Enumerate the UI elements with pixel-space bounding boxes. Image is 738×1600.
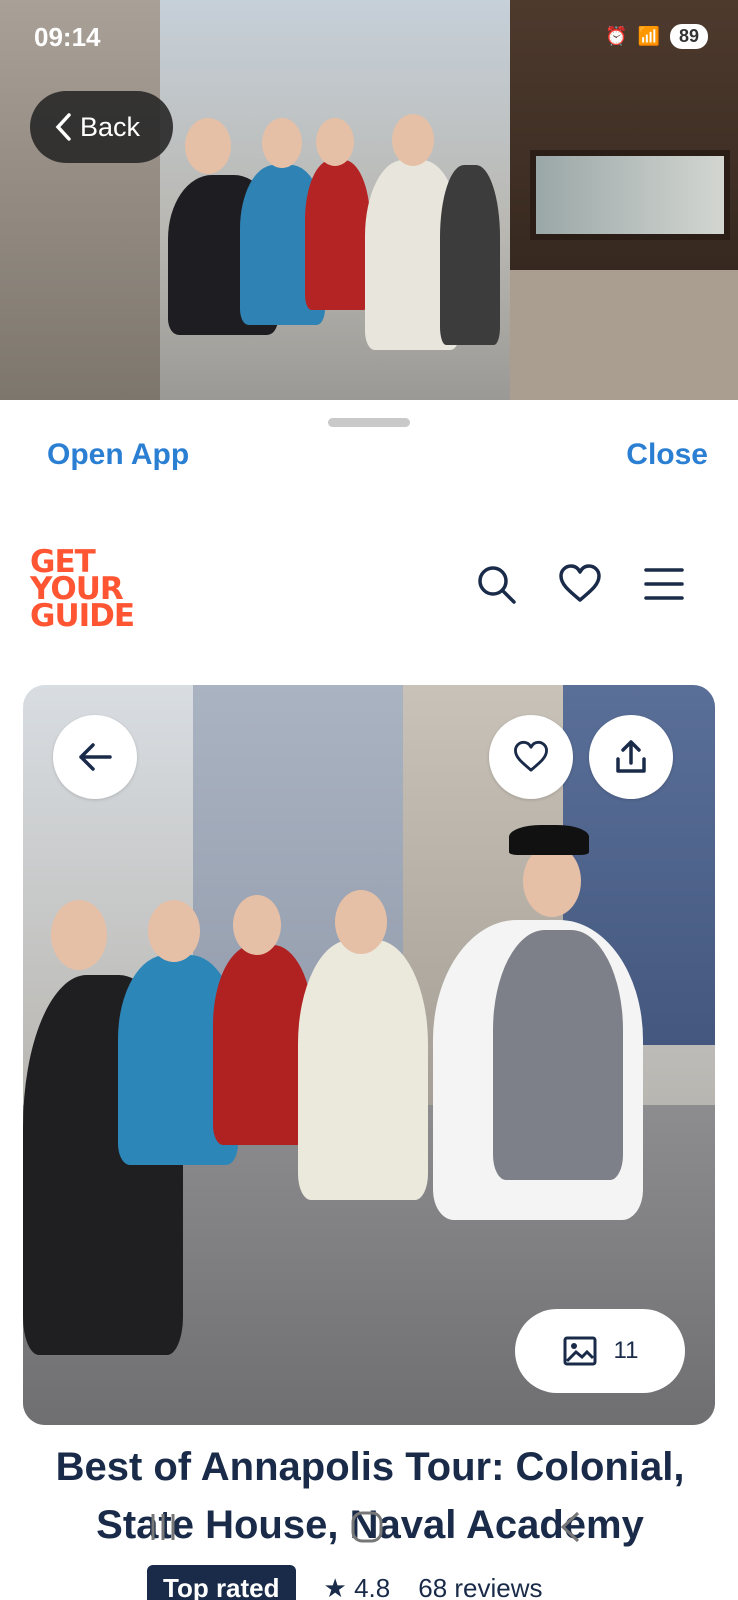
photo-back-button[interactable] [53, 715, 137, 799]
photo-gallery-button[interactable]: 11 [515, 1309, 685, 1393]
menu-icon[interactable] [642, 562, 686, 606]
tour-photo[interactable]: 11 [23, 685, 715, 1425]
photo-count: 11 [613, 1337, 639, 1364]
image-icon [563, 1336, 597, 1366]
close-link[interactable]: Close [626, 438, 708, 472]
recent-apps-icon[interactable] [148, 1510, 178, 1544]
chevron-left-icon [55, 113, 71, 141]
getyourguide-logo[interactable]: GET YOUR GUIDE [30, 547, 135, 632]
sheet-handle[interactable] [328, 418, 410, 427]
back-label: Back [80, 111, 141, 142]
status-time: 09:14 [34, 22, 101, 52]
battery-indicator: 89 [669, 24, 708, 49]
navigation-bar [0, 1500, 738, 1600]
status-bar: 09:14 ⏰ 📶 89 [0, 0, 738, 76]
screen: 09:14 ⏰ 📶 89 Back Open App Close GET YOU… [0, 0, 738, 1600]
home-icon[interactable] [350, 1510, 384, 1544]
heart-icon [514, 740, 548, 772]
wifi-icon: 📶 [637, 26, 660, 46]
wishlist-button[interactable] [489, 715, 573, 799]
open-app-link[interactable]: Open App [47, 438, 189, 472]
back-nav-icon[interactable] [558, 1510, 582, 1544]
arrow-left-icon [79, 743, 112, 771]
bottom-sheet: Open App Close GET YOUR GUIDE 11 Best of… [0, 400, 738, 1600]
search-icon[interactable] [474, 562, 518, 606]
share-icon [616, 740, 646, 773]
share-button[interactable] [589, 715, 673, 799]
heart-icon[interactable] [558, 562, 602, 606]
back-button[interactable]: Back [30, 91, 173, 163]
alarm-icon: ⏰ [605, 26, 628, 46]
